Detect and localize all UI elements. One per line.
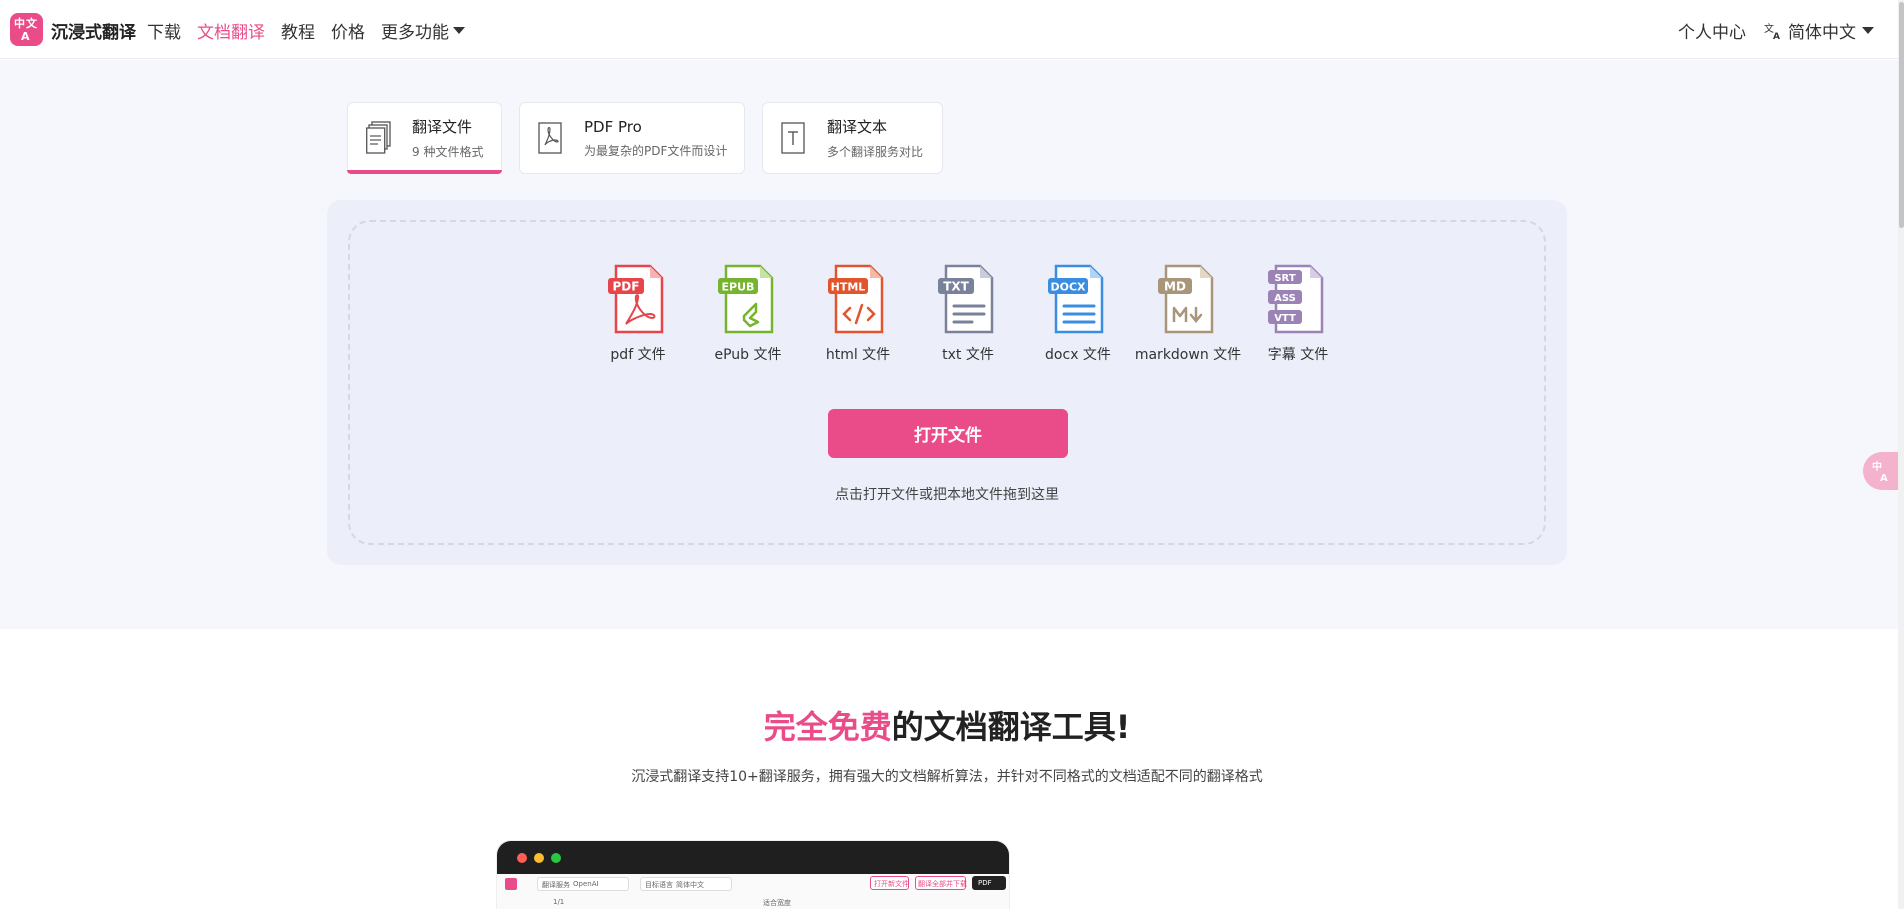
txt-file-icon: TXT bbox=[938, 264, 994, 334]
open-file-button[interactable]: 打开文件 bbox=[828, 409, 1068, 458]
preview-service-label: 翻译服务 bbox=[542, 881, 570, 889]
tab-subtitle: 多个翻译服务对比 bbox=[827, 145, 924, 159]
format-docx: DOCX docx 文件 bbox=[1023, 264, 1133, 364]
chevron-down-icon bbox=[1862, 27, 1874, 34]
format-subtitle: SRT ASS VTT 字幕 文件 bbox=[1243, 264, 1353, 364]
headline-text: 的文档翻译工具! bbox=[891, 708, 1131, 746]
format-label: ePub 文件 bbox=[714, 347, 782, 363]
svg-text:A: A bbox=[1773, 32, 1780, 40]
svg-text:PDF: PDF bbox=[613, 280, 640, 294]
svg-text:VTT: VTT bbox=[1274, 313, 1296, 324]
profile-link[interactable]: 个人中心 bbox=[1678, 18, 1746, 43]
preview-body: 翻译服务 OpenAI 目标语言 简体中文 打开新文件 翻译全部并下载 PDF … bbox=[497, 874, 1009, 909]
preview-titlebar bbox=[497, 841, 1009, 874]
tab-title: PDF Pro bbox=[584, 117, 642, 136]
pdf-icon bbox=[538, 122, 562, 154]
format-label: html 文件 bbox=[825, 347, 891, 363]
html-file-icon: HTML bbox=[828, 264, 884, 334]
tab-title: 翻译文件 bbox=[412, 118, 473, 136]
tab-title: 翻译文本 bbox=[827, 118, 888, 136]
preview-open-label: 打开新文件 bbox=[874, 880, 909, 888]
svg-text:A: A bbox=[1880, 473, 1888, 484]
format-label: markdown 文件 bbox=[1134, 347, 1242, 363]
top-navbar: 中 文 A 沉浸式翻译 下载 文档翻译 教程 价格 更多功能 个人中心 文 A … bbox=[0, 0, 1904, 59]
svg-text:中: 中 bbox=[1872, 460, 1882, 473]
format-html: HTML html 文件 bbox=[803, 264, 913, 364]
dropzone-container: PDF pdf 文件 EPUB ePub 文件 HTML html 文件 TXT… bbox=[327, 200, 1567, 565]
mode-tabs: 翻译文件 9 种文件格式 PDF Pro 为最复杂的PDF文件而设计 翻译文本 bbox=[347, 102, 943, 174]
translate-icon: 文 A bbox=[1764, 22, 1780, 40]
markdown-file-icon: MD bbox=[1158, 264, 1214, 334]
app-preview-image: 翻译服务 OpenAI 目标语言 简体中文 打开新文件 翻译全部并下载 PDF … bbox=[497, 841, 1009, 909]
preview-target-label: 目标语言 bbox=[645, 881, 673, 889]
format-label: txt 文件 bbox=[942, 347, 994, 363]
docx-file-icon: DOCX bbox=[1048, 264, 1104, 334]
nav-doc-translate[interactable]: 文档翻译 bbox=[197, 18, 265, 43]
supported-formats: PDF pdf 文件 EPUB ePub 文件 HTML html 文件 TXT… bbox=[583, 264, 1353, 364]
section-description: 沉浸式翻译支持10+翻译服务，拥有强大的文档解析算法，并针对不同格式的文档适配不… bbox=[631, 769, 1263, 785]
main-nav: 下载 文档翻译 教程 价格 更多功能 bbox=[147, 18, 465, 43]
text-icon bbox=[781, 122, 805, 154]
nav-download[interactable]: 下载 bbox=[147, 18, 181, 43]
svg-text:DOCX: DOCX bbox=[1050, 281, 1086, 294]
headline-highlight: 完全免费 bbox=[763, 708, 892, 746]
preview-service-value: OpenAI bbox=[573, 880, 599, 888]
pdf-file-icon: PDF bbox=[608, 264, 664, 334]
format-txt: TXT txt 文件 bbox=[913, 264, 1023, 364]
tab-pdf-pro[interactable]: PDF Pro 为最复杂的PDF文件而设计 bbox=[519, 102, 745, 174]
right-nav: 个人中心 文 A 简体中文 bbox=[1678, 18, 1874, 43]
language-selector[interactable]: 文 A 简体中文 bbox=[1764, 18, 1874, 43]
minimize-dot-icon bbox=[534, 853, 544, 863]
format-label: 字幕 文件 bbox=[1267, 347, 1329, 363]
tab-translate-text[interactable]: 翻译文本 多个翻译服务对比 bbox=[762, 102, 943, 174]
page: 中 文 A 沉浸式翻译 下载 文档翻译 教程 价格 更多功能 个人中心 文 A … bbox=[0, 0, 1904, 909]
nav-more-label: 更多功能 bbox=[381, 23, 449, 43]
preview-translate-all-label: 翻译全部并下载 bbox=[918, 880, 967, 888]
epub-file-icon: EPUB bbox=[718, 264, 774, 334]
maximize-dot-icon bbox=[551, 853, 561, 863]
svg-text:EPUB: EPUB bbox=[722, 281, 755, 294]
preview-target-value: 简体中文 bbox=[676, 881, 704, 889]
nav-more-features[interactable]: 更多功能 bbox=[381, 18, 465, 43]
format-epub: EPUB ePub 文件 bbox=[693, 264, 803, 364]
nav-tutorial[interactable]: 教程 bbox=[281, 18, 315, 43]
preview-page-counter: 1/1 bbox=[553, 898, 565, 906]
subtitle-file-icon: SRT ASS VTT bbox=[1268, 264, 1324, 334]
format-markdown: MD markdown 文件 bbox=[1133, 264, 1243, 364]
file-dropzone[interactable]: PDF pdf 文件 EPUB ePub 文件 HTML html 文件 TXT… bbox=[348, 220, 1546, 545]
logo-icon[interactable]: 中 文 A bbox=[10, 13, 43, 46]
scrollbar-thumb[interactable] bbox=[1899, 2, 1904, 228]
document-stack-icon bbox=[366, 121, 391, 154]
format-pdf: PDF pdf 文件 bbox=[583, 264, 693, 364]
format-label: pdf 文件 bbox=[610, 347, 666, 363]
close-dot-icon bbox=[517, 853, 527, 863]
section-headline: 完全免费的文档翻译工具! bbox=[0, 702, 1894, 748]
svg-text:SRT: SRT bbox=[1274, 273, 1295, 284]
logo-icon bbox=[505, 878, 517, 890]
chevron-down-icon bbox=[453, 27, 465, 34]
svg-text:ASS: ASS bbox=[1274, 293, 1296, 304]
drop-hint: 点击打开文件或把本地文件拖到这里 bbox=[835, 487, 1059, 503]
preview-zoom-value: 适合宽度 bbox=[763, 899, 791, 907]
svg-text:HTML: HTML bbox=[831, 281, 866, 294]
preview-pdf-label: PDF bbox=[978, 879, 992, 887]
tab-subtitle: 为最复杂的PDF文件而设计 bbox=[584, 143, 728, 158]
language-label: 简体中文 bbox=[1788, 23, 1856, 43]
nav-pricing[interactable]: 价格 bbox=[331, 18, 365, 43]
tab-subtitle: 9 种文件格式 bbox=[412, 145, 484, 159]
tab-translate-file[interactable]: 翻译文件 9 种文件格式 bbox=[347, 102, 502, 174]
brand-name[interactable]: 沉浸式翻译 bbox=[51, 18, 136, 43]
svg-text:TXT: TXT bbox=[943, 280, 969, 294]
format-label: docx 文件 bbox=[1045, 347, 1111, 363]
svg-text:MD: MD bbox=[1164, 280, 1186, 294]
